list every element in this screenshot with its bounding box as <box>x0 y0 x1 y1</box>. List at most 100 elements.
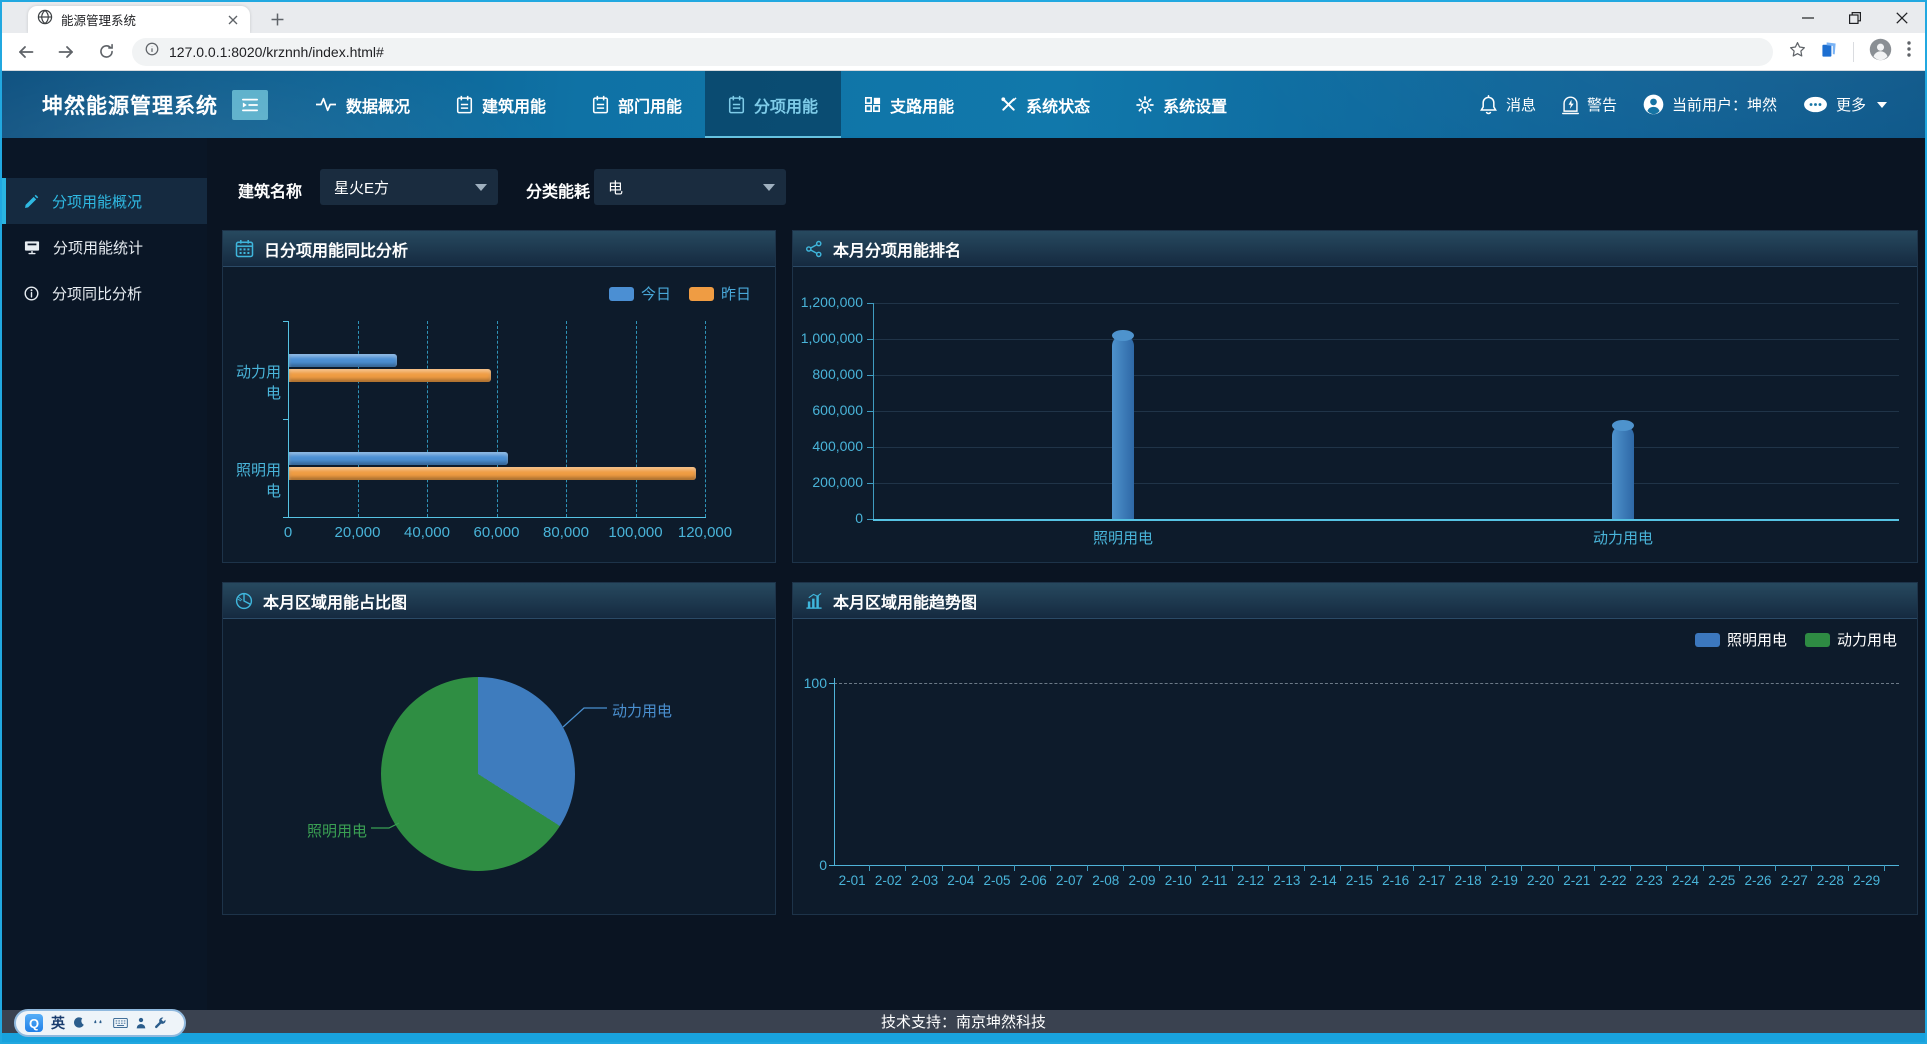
category-label: 动力用电 <box>223 361 281 403</box>
x-axis-tick <box>1631 865 1667 871</box>
site-info-icon[interactable] <box>145 42 159 61</box>
pie-label-动力用电: 动力用电 <box>612 700 672 721</box>
legend-item-动力用电[interactable]: 动力用电 <box>1805 629 1897 650</box>
legend-item-今日[interactable]: 今日 <box>609 283 671 304</box>
legend-item-昨日[interactable]: 昨日 <box>689 283 751 304</box>
x-axis-tick <box>1305 865 1341 871</box>
ime-punctuation-icon[interactable] <box>93 1019 105 1027</box>
nav-item-data-overview[interactable]: 数据概况 <box>292 71 433 138</box>
navbar-current-user[interactable]: 当前用户：坤然 <box>1643 94 1777 115</box>
tab-favicon-globe-icon <box>37 9 53 30</box>
ime-profile-icon[interactable] <box>136 1017 146 1029</box>
browser-menu-icon[interactable] <box>1907 41 1911 62</box>
navbar-messages[interactable]: 消息 <box>1479 94 1536 115</box>
back-icon[interactable] <box>10 36 42 68</box>
y-axis-line <box>288 321 289 517</box>
x-tick-label: 2-08 <box>1088 873 1124 888</box>
navbar-alerts[interactable]: 警告 <box>1562 94 1617 115</box>
energy-select-value: 电 <box>608 177 623 198</box>
x-tick-label: 2-15 <box>1341 873 1377 888</box>
x-axis-line <box>873 519 1899 521</box>
sidebar-item-item-energy-stats[interactable]: 分项用能统计 <box>2 224 207 270</box>
address-bar-actions <box>1789 38 1911 66</box>
nav-item-item-energy[interactable]: 分项用能 <box>705 71 841 138</box>
x-tick-label: 2-23 <box>1631 873 1667 888</box>
navbar-item-label: 更多 <box>1836 94 1866 115</box>
chevron-down-icon <box>763 184 775 191</box>
bookmark-star-icon[interactable] <box>1789 41 1806 63</box>
chart-region-trend: 照明用电动力用电10002-012-022-032-042-052-062-07… <box>793 619 1917 914</box>
nav-item-label: 分项用能 <box>754 93 818 117</box>
app-title: 坤然能源管理系统 <box>42 90 218 120</box>
gridline <box>358 321 359 517</box>
panel-title: 本月区域用能占比图 <box>263 589 407 613</box>
energy-select[interactable]: 电 <box>594 169 786 205</box>
user-icon <box>1643 94 1664 115</box>
legend-item-照明用电[interactable]: 照明用电 <box>1695 629 1787 650</box>
sidebar-item-item-energy-overview[interactable]: 分项用能概况 <box>2 178 207 224</box>
gridline <box>873 411 1899 412</box>
ime-toolbar: Q 英 <box>14 1009 186 1037</box>
url-field[interactable]: 127.0.0.1:8020/krznnh/index.html# <box>132 38 1773 66</box>
navbar-item-label: 消息 <box>1506 94 1536 115</box>
x-axis-tick <box>1341 865 1377 871</box>
x-tick-label: 2-22 <box>1595 873 1631 888</box>
browser-tab[interactable]: 能源管理系统 <box>28 6 250 33</box>
ime-language-toggle[interactable]: 英 <box>51 1013 65 1033</box>
building-select-value: 星火E方 <box>334 177 389 198</box>
building-select[interactable]: 星火E方 <box>320 169 498 205</box>
x-tick-label: 2-05 <box>979 873 1015 888</box>
pie-label-照明用电: 照明用电 <box>307 820 367 841</box>
nav-item-branch-energy[interactable]: 支路用能 <box>841 71 977 138</box>
x-tick-label: 2-02 <box>870 873 906 888</box>
ime-logo-icon[interactable]: Q <box>25 1014 43 1032</box>
x-axis-tick <box>1776 865 1812 871</box>
navbar-more[interactable]: 更多 <box>1803 94 1887 115</box>
bar-今日-动力用电 <box>289 354 397 367</box>
extension-icon[interactable] <box>1821 41 1838 63</box>
minimize-button[interactable] <box>1784 2 1831 33</box>
sidebar-collapse-button[interactable] <box>232 90 268 120</box>
tools-icon <box>1000 96 1017 113</box>
x-tick-label: 2-28 <box>1812 873 1848 888</box>
ime-fullhalf-moon-icon[interactable] <box>73 1017 85 1029</box>
max-gridline-dashed <box>834 683 1899 684</box>
profile-avatar-icon[interactable] <box>1869 38 1892 66</box>
gridline <box>873 483 1899 484</box>
pie-chart-icon <box>235 592 253 610</box>
x-tick-label: 120,000 <box>663 524 747 541</box>
x-axis-tick <box>1414 865 1450 871</box>
restore-button[interactable] <box>1831 2 1878 33</box>
gridline <box>873 375 1899 376</box>
y-tick-label: 0 <box>793 857 827 873</box>
x-tick-label: 2-04 <box>943 873 979 888</box>
reload-icon[interactable] <box>90 36 122 68</box>
legend-swatch <box>689 287 714 301</box>
nav-item-department-energy[interactable]: 部门用能 <box>569 71 705 138</box>
new-tab-button[interactable] <box>266 8 288 30</box>
x-axis-tick <box>1160 865 1196 871</box>
x-axis-tick <box>1124 865 1160 871</box>
forward-icon[interactable] <box>50 36 82 68</box>
legend-label: 动力用电 <box>1837 629 1897 650</box>
sidebar-item-label: 分项同比分析 <box>52 283 142 304</box>
ime-settings-wrench-icon[interactable] <box>154 1017 166 1029</box>
panel-region-trend: 本月区域用能趋势图 照明用电动力用电10002-012-022-032-042-… <box>792 582 1918 915</box>
tab-close-icon[interactable] <box>225 12 241 28</box>
nav-item-system-settings[interactable]: 系统设置 <box>1113 71 1250 138</box>
ime-keyboard-icon[interactable] <box>113 1018 128 1028</box>
x-axis-tick <box>1233 865 1269 871</box>
x-tick-label: 2-11 <box>1196 873 1232 888</box>
chart-region-pie: 动力用电照明用电 <box>223 619 775 914</box>
x-axis-tick <box>1595 865 1631 871</box>
nav-item-system-status[interactable]: 系统状态 <box>977 71 1113 138</box>
share-nodes-icon <box>805 240 823 258</box>
calendar-icon <box>235 239 254 258</box>
sidebar-item-item-yoy-analysis[interactable]: 分项同比分析 <box>2 270 207 316</box>
nav-item-building-energy[interactable]: 建筑用能 <box>433 71 569 138</box>
close-button[interactable] <box>1878 2 1925 33</box>
panel-header: 本月区域用能趋势图 <box>793 583 1917 619</box>
panel-header: 日分项用能同比分析 <box>223 231 775 267</box>
panel-header: 本月区域用能占比图 <box>223 583 775 619</box>
x-tick-label: 2-27 <box>1776 873 1812 888</box>
